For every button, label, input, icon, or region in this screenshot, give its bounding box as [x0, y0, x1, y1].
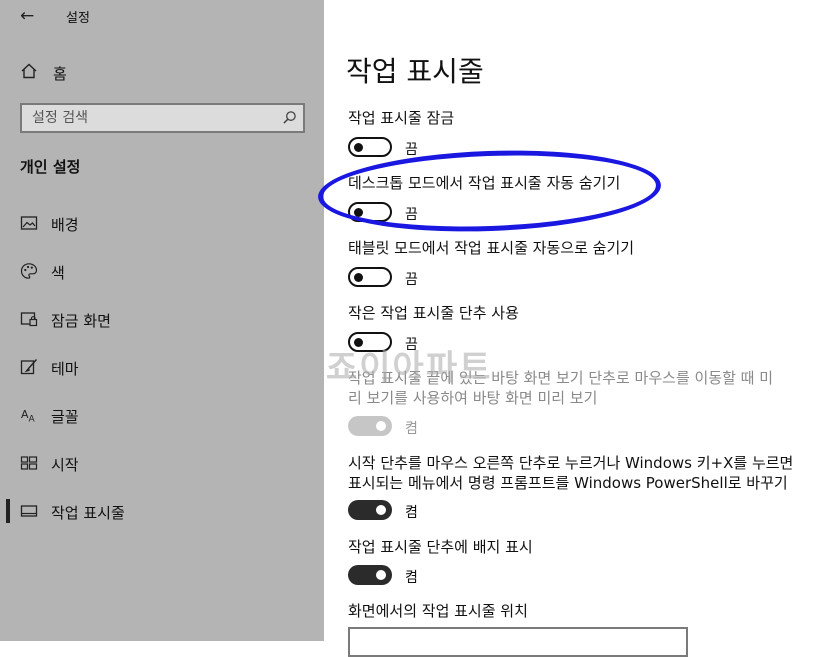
- home-icon: [21, 63, 37, 79]
- toggle-state-text: 켬: [405, 570, 418, 586]
- sidebar-item-label: 배경: [51, 216, 79, 234]
- toggle-badges[interactable]: [348, 565, 392, 585]
- toggle-knob: [376, 570, 386, 580]
- taskbar-position-dropdown[interactable]: [348, 627, 688, 657]
- taskbar-icon: [20, 505, 38, 517]
- toggle-small-buttons[interactable]: [348, 332, 392, 352]
- sidebar-item-home[interactable]: 홈: [0, 56, 324, 88]
- setting-label-autohide-tablet: 태블릿 모드에서 작업 표시줄 자동으로 숨기기: [348, 239, 635, 257]
- sidebar-item-theme[interactable]: 테마: [0, 349, 324, 385]
- toggle-state-text: 켬: [405, 505, 418, 521]
- title-bar: ← 설정: [0, 0, 324, 32]
- font-icon: A A: [21, 408, 36, 425]
- setting-label-small-buttons: 작은 작업 표시줄 단추 사용: [348, 304, 519, 322]
- toggle-state-text: 켬: [405, 421, 418, 437]
- toggle-knob: [354, 143, 363, 152]
- lock-screen-icon: [20, 312, 38, 327]
- setting-label-lock-taskbar: 작업 표시줄 잠금: [348, 109, 455, 127]
- sidebar-item-label: 작업 표시줄: [51, 504, 125, 522]
- sidebar-item-label: 색: [51, 264, 65, 282]
- back-arrow-icon[interactable]: ←: [20, 6, 34, 26]
- sidebar-item-label: 글꼴: [51, 408, 79, 426]
- sidebar-item-lock-screen[interactable]: 잠금 화면: [0, 301, 324, 337]
- setting-label-peek-line2: 리 보기를 사용하여 바탕 화면 미리 보기: [348, 389, 598, 407]
- toggle-state-text: 끔: [405, 337, 418, 353]
- sidebar-item-background[interactable]: 배경: [0, 205, 324, 241]
- toggle-knob: [354, 208, 363, 217]
- toggle-state-text: 끔: [405, 207, 418, 223]
- sidebar: ← 설정 홈 개인 설정 배경 색: [0, 0, 324, 641]
- palette-icon: [20, 263, 38, 279]
- sidebar-item-start[interactable]: 시작: [0, 445, 324, 481]
- home-label: 홈: [53, 65, 67, 83]
- toggle-state-text: 끔: [405, 142, 418, 158]
- sidebar-item-fonts[interactable]: A A 글꼴: [0, 397, 324, 433]
- setting-label-peek-line1: 작업 표시줄 끝에 있는 바탕 화면 보기 단추로 마우스를 이동할 때 미: [348, 369, 774, 387]
- sidebar-item-label: 잠금 화면: [51, 312, 111, 330]
- toggle-autohide-desktop[interactable]: [348, 202, 392, 222]
- sidebar-item-color[interactable]: 색: [0, 253, 324, 289]
- toggle-knob: [376, 421, 386, 431]
- toggle-autohide-tablet[interactable]: [348, 267, 392, 287]
- svg-text:A: A: [29, 415, 36, 425]
- search-input[interactable]: [22, 105, 282, 131]
- app-title: 설정: [66, 11, 90, 26]
- main-content: 작업 표시줄 작업 표시줄 잠금 끔 데스크톱 모드에서 작업 표시줄 자동 숨…: [324, 0, 832, 657]
- sidebar-item-taskbar[interactable]: 작업 표시줄: [0, 493, 324, 529]
- toggle-powershell[interactable]: [348, 500, 392, 520]
- toggle-state-text: 끔: [405, 272, 418, 288]
- setting-label-powershell-line2: 표시되는 메뉴에서 명령 프롬프트를 Windows PowerShell로 바…: [348, 474, 788, 492]
- setting-label-badges: 작업 표시줄 단추에 배지 표시: [348, 538, 533, 556]
- setting-label-position: 화면에서의 작업 표시줄 위치: [348, 602, 528, 620]
- section-title: 개인 설정: [20, 158, 81, 176]
- toggle-knob: [354, 273, 363, 282]
- search-icon[interactable]: [282, 110, 297, 125]
- toggle-lock-taskbar[interactable]: [348, 137, 392, 157]
- start-tiles-icon: [20, 456, 38, 470]
- picture-icon: [20, 216, 38, 230]
- search-box[interactable]: [20, 103, 305, 133]
- toggle-knob: [376, 505, 386, 515]
- toggle-knob: [354, 338, 363, 347]
- toggle-peek: [348, 416, 392, 436]
- sidebar-item-label: 테마: [51, 360, 79, 378]
- theme-brush-icon: [20, 359, 38, 375]
- sidebar-item-label: 시작: [51, 456, 79, 474]
- active-indicator: [6, 499, 10, 523]
- setting-label-powershell-line1: 시작 단추를 마우스 오른쪽 단추로 누르거나 Windows 키+X를 누르면: [348, 454, 794, 472]
- setting-label-autohide-desktop: 데스크톱 모드에서 작업 표시줄 자동 숨기기: [348, 174, 621, 192]
- page-title: 작업 표시줄: [346, 55, 484, 88]
